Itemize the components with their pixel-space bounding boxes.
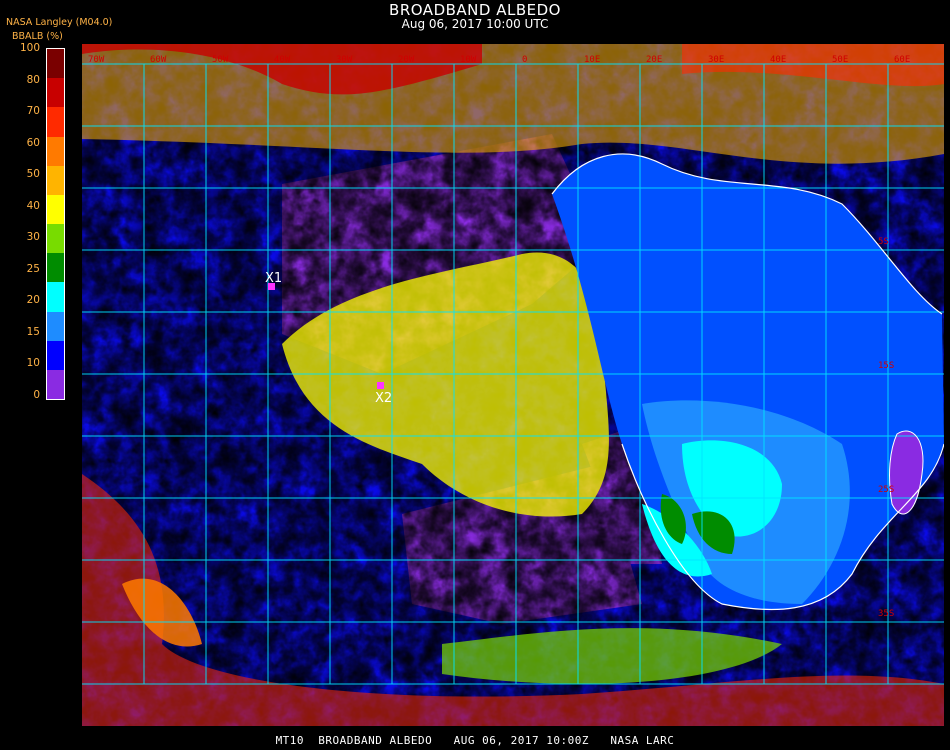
colorbar-segment xyxy=(47,136,64,167)
longitude-label: 10E xyxy=(584,55,600,65)
longitude-label: 10W xyxy=(460,55,477,65)
colorbar-segment xyxy=(47,194,64,225)
longitude-label: 60W xyxy=(150,55,167,65)
colorbar-segment xyxy=(47,165,64,196)
colorbar-tick-label: 30 xyxy=(26,231,40,243)
latitude-label: 35S xyxy=(878,609,894,619)
longitude-label: 40E xyxy=(770,55,786,65)
colorbar-segment xyxy=(47,253,64,283)
latitude-label: 25S xyxy=(878,485,894,495)
longitude-label: 20W xyxy=(398,55,415,65)
colorbar-tick-label: 20 xyxy=(26,294,40,306)
colorbar-segment xyxy=(47,107,64,137)
colorbar-segment xyxy=(47,78,64,108)
longitude-label: 60E xyxy=(894,55,910,65)
footer-caption: MT10 BROADBAND ALBEDO AUG 06, 2017 10:00… xyxy=(275,734,675,747)
colorbar-segment xyxy=(47,224,64,254)
longitude-label: 20E xyxy=(646,55,662,65)
colorbar-tick-label: 70 xyxy=(26,105,40,117)
colorbar-segment xyxy=(47,369,64,400)
source-label: NASA Langley (M04.0) xyxy=(6,17,113,28)
longitude-label: 50E xyxy=(832,55,848,65)
colorbar-tick-label: 40 xyxy=(26,199,40,212)
colorbar-unit-label: BBALB (%) xyxy=(12,31,63,42)
colorbar-tick-label: 60 xyxy=(26,136,40,149)
longitude-label: 30E xyxy=(708,55,724,65)
longitude-label: 50W xyxy=(212,55,229,65)
colorbar-tick-label: 50 xyxy=(26,168,40,180)
colorbar-tick-label: 80 xyxy=(26,73,40,86)
latitude-label: 5S xyxy=(878,237,889,247)
longitude-label: 30W xyxy=(336,55,353,65)
colorbar-tick-label: 25 xyxy=(26,262,40,275)
colorbar-tick-label: 100 xyxy=(19,42,40,54)
colorbar-segment xyxy=(47,49,64,79)
colorbar-segment xyxy=(47,340,64,371)
marker-x1-label: X1 xyxy=(265,271,282,286)
marker-x2-label: X2 xyxy=(375,391,392,406)
map-timestamp: Aug 06, 2017 10:00 UTC xyxy=(401,17,549,31)
longitude-label: 70W xyxy=(88,55,105,65)
longitude-label: 0 xyxy=(522,55,527,65)
latitude-label: 15S xyxy=(878,361,894,371)
colorbar-segment xyxy=(47,311,64,342)
longitude-label: 40W xyxy=(274,55,291,65)
colorbar xyxy=(46,48,65,400)
colorbar-segment xyxy=(47,282,64,312)
colorbar-tick-label: 15 xyxy=(26,325,40,338)
colorbar-tick-label: 10 xyxy=(26,357,40,369)
albedo-map: 70W 60W 50W 40W 30W 20W 10W 0 10E 20E 30E 40E 50E 60E… xyxy=(82,44,944,726)
colorbar-tick-label: 0 xyxy=(33,388,40,401)
